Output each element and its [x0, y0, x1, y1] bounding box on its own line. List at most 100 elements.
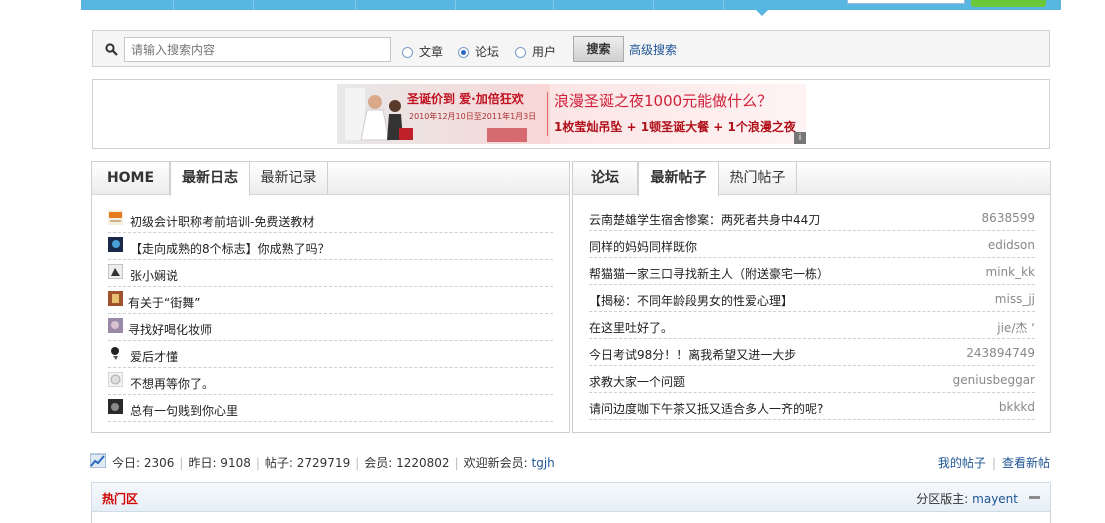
my-posts-link[interactable]: 我的帖子	[938, 456, 986, 470]
stat-today: 今日: 2306	[112, 456, 175, 470]
nav-separator	[553, 0, 554, 10]
moderator-info: 分区版主: mayent	[916, 490, 1018, 507]
list-item-title[interactable]: 爱后才懂	[130, 348, 178, 365]
list-item-title[interactable]: 总有一句贱到你心里	[130, 402, 238, 419]
list-item[interactable]: 张小娴说	[108, 261, 553, 287]
list-item[interactable]: 不想再等你了。	[108, 369, 553, 395]
search-icon	[105, 43, 118, 56]
radio-circle[interactable]	[515, 47, 526, 58]
radio-label: 用户	[532, 45, 557, 59]
nav-separator	[173, 0, 174, 10]
avatar-icon	[108, 318, 123, 333]
forum-tabbar: 论坛 最新帖子 热门帖子	[573, 162, 1050, 196]
tab-latest-posts[interactable]: 最新帖子	[638, 162, 719, 196]
post-row[interactable]: 请问边度咖下午茶又抵又适合多人一齐的呢? bkkkd	[589, 394, 1035, 420]
nav-active-indicator	[756, 10, 768, 16]
radio-label: 文章	[419, 45, 444, 59]
post-author[interactable]: bkkkd	[999, 400, 1035, 414]
moderator-link[interactable]: mayent	[972, 492, 1018, 506]
avatar-icon	[108, 264, 123, 279]
tab-latest-blogs[interactable]: 最新日志	[170, 162, 250, 196]
tab-latest-records[interactable]: 最新记录	[250, 162, 328, 195]
new-member-link[interactable]: tgjh	[532, 456, 555, 470]
list-item[interactable]: 【走向成熟的8个标志】你成熟了吗？	[108, 234, 553, 260]
post-title[interactable]: 今日考试98分！！离我希望又进一大步	[589, 346, 796, 363]
stat-members: 会员: 1220802	[364, 456, 450, 470]
view-new-posts-link[interactable]: 查看新帖	[1002, 456, 1050, 470]
list-item[interactable]: 初级会计职称考前培训-免费送教材	[108, 207, 553, 233]
ad-info-icon[interactable]: i	[794, 132, 806, 144]
post-title[interactable]: 请问边度咖下午茶又抵又适合多人一齐的呢?	[589, 400, 823, 417]
radio-circle-checked[interactable]	[458, 47, 469, 58]
post-title[interactable]: 同样的妈妈同样既你	[589, 238, 697, 255]
list-item-title[interactable]: 有关于“街舞”	[128, 294, 200, 311]
hot-zone-title[interactable]: 热门区	[102, 490, 138, 507]
post-author[interactable]: miss_jj	[995, 292, 1035, 306]
free-badge-icon	[108, 210, 123, 225]
post-row[interactable]: 帮猫猫一家三口寻找新主人（附送豪宅一栋） mink_kk	[589, 259, 1035, 285]
post-row[interactable]: 同样的妈妈同样既你 edidson	[589, 232, 1035, 258]
radio-forum[interactable]: 论坛	[458, 43, 499, 60]
moderator-label: 分区版主:	[916, 492, 969, 506]
search-input[interactable]	[124, 37, 391, 62]
list-item[interactable]: 爱后才懂	[108, 342, 553, 368]
post-author[interactable]: 8638599	[982, 211, 1035, 225]
post-title[interactable]: 帮猫猫一家三口寻找新主人（附送豪宅一栋）	[589, 265, 829, 282]
stats-items: 今日: 2306 | 昨日: 9108 | 帖子: 2729719 | 会员: 122080…	[112, 456, 555, 470]
post-title[interactable]: 求教大家一个问题	[589, 373, 685, 390]
list-item-title[interactable]: 初级会计职称考前培训-免费送教材	[130, 213, 314, 230]
post-row[interactable]: 云南楚雄学生宿舍惨案：两死者共身中44刀 8638599	[589, 205, 1035, 231]
tab-hot-posts[interactable]: 热门帖子	[719, 162, 797, 195]
post-row[interactable]: 今日考试98分！！离我希望又进一大步 243894749	[589, 340, 1035, 366]
forum-panel: 论坛 最新帖子 热门帖子 云南楚雄学生宿舍惨案：两死者共身中44刀 8638599…	[572, 161, 1051, 433]
list-item-title[interactable]: 不想再等你了。	[130, 375, 214, 392]
tab-home[interactable]: HOME	[92, 162, 170, 195]
list-item-title[interactable]: 寻找好喝化妆师	[128, 321, 212, 338]
tab-forum[interactable]: 论坛	[573, 162, 638, 195]
radio-article[interactable]: 文章	[402, 43, 443, 60]
post-author[interactable]: geniusbeggar	[953, 373, 1035, 387]
post-title[interactable]: 在这里吐好了。	[589, 319, 673, 336]
radio-label: 论坛	[475, 45, 500, 59]
avatar-icon	[108, 291, 123, 306]
stats-chart-icon	[90, 453, 106, 468]
nav-separator	[723, 0, 724, 10]
search-bar: 文章 论坛 用户 搜索 高级搜索	[92, 30, 1050, 67]
post-author[interactable]: mink_kk	[986, 265, 1035, 279]
radio-user[interactable]: 用户	[515, 43, 556, 60]
ad-banner[interactable]: 圣诞价到 爱·加倍狂欢 2010年12月10日至2011年1月3日 浪漫圣诞之夜…	[337, 84, 806, 144]
top-nav-bar	[81, 0, 1061, 16]
login-input-remnant[interactable]	[847, 0, 965, 4]
nav-separator	[455, 0, 456, 10]
search-button[interactable]: 搜索	[573, 36, 624, 62]
list-item-title[interactable]: 张小娴说	[130, 267, 178, 284]
collapse-icon[interactable]	[1029, 496, 1040, 499]
hot-zone-body	[91, 512, 1051, 523]
hot-zone-header: 热门区 分区版主: mayent	[91, 482, 1051, 512]
avatar-icon	[108, 399, 123, 414]
post-row[interactable]: 在这里吐好了。 jie/杰 ‘	[589, 313, 1035, 339]
list-item[interactable]: 有关于“街舞”	[108, 288, 553, 314]
post-row[interactable]: 求教大家一个问题 geniusbeggar	[589, 367, 1035, 393]
avatar-icon	[108, 237, 123, 252]
post-title[interactable]: 云南楚雄学生宿舍惨案：两死者共身中44刀	[589, 211, 820, 228]
ad-headline: 浪漫圣诞之夜1000元能做什么？	[554, 92, 773, 110]
list-item[interactable]: 总有一句贱到你心里	[108, 396, 553, 422]
post-title[interactable]: 【揭秘：不同年龄段男女的性爱心理】	[589, 292, 793, 309]
ad-title: 圣诞价到 爱·加倍狂欢	[407, 92, 524, 106]
ad-divider	[547, 92, 548, 136]
post-author[interactable]: edidson	[988, 238, 1035, 252]
nav-separator	[355, 0, 356, 10]
list-item-title[interactable]: 【走向成熟的8个标志】你成熟了吗？	[130, 240, 330, 257]
radio-circle[interactable]	[402, 47, 413, 58]
blog-panel: HOME 最新日志 最新记录 初级会计职称考前培训-免费送教材 【走向成熟的8个…	[91, 161, 570, 433]
advanced-search-link[interactable]: 高级搜索	[629, 41, 677, 58]
stat-yesterday: 昨日: 9108	[188, 456, 251, 470]
post-author[interactable]: jie/杰 ‘	[997, 319, 1035, 336]
ad-image: 圣诞价到 爱·加倍狂欢 2010年12月10日至2011年1月3日	[337, 84, 550, 144]
avatar-icon	[108, 345, 123, 360]
post-author[interactable]: 243894749	[966, 346, 1035, 360]
post-row[interactable]: 【揭秘：不同年龄段男女的性爱心理】 miss_jj	[589, 286, 1035, 312]
list-item[interactable]: 寻找好喝化妆师	[108, 315, 553, 341]
login-button-remnant[interactable]	[971, 0, 1046, 7]
